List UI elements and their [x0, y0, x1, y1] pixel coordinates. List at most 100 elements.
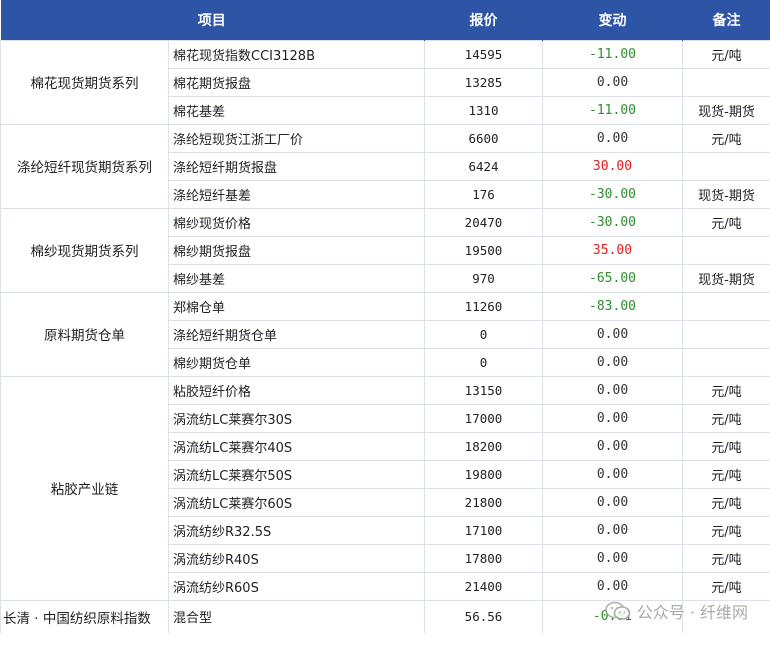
change-value: 0.00: [542, 487, 683, 517]
price-value: 13285: [424, 67, 543, 97]
item-name: 涤纶短纤期货报盘: [168, 151, 425, 181]
note-value: 现货-期货: [682, 95, 770, 125]
change-value: 0.00: [542, 319, 683, 349]
price-value: 17800: [424, 543, 543, 573]
price-value: 176: [424, 179, 543, 209]
change-value: -30.00: [542, 207, 683, 237]
price-value: 13150: [424, 375, 543, 405]
change-value: -11.00: [542, 39, 683, 69]
group-label: 棉纱现货期货系列: [0, 207, 169, 293]
price-value: 21400: [424, 571, 543, 601]
price-table: 项目 报价 变动 备注 棉花现货期货系列 棉花现货指数CCI3128B 14595-…: [0, 0, 770, 633]
item-name: 涤纶短纤基差: [168, 179, 425, 209]
change-value: 0.00: [542, 67, 683, 97]
item-name: 涡流纺LC莱赛尔60S: [168, 487, 425, 517]
note-value: [682, 347, 770, 377]
item-name: 棉花现货指数CCI3128B: [168, 39, 425, 69]
change-value: 0.00: [542, 403, 683, 433]
price-value: 17000: [424, 403, 543, 433]
change-value: -83.00: [542, 291, 683, 321]
footer-item-name: 混合型: [168, 599, 425, 633]
header-note: 备注: [682, 0, 770, 40]
footer-group-label: 长清 · 中国纺织原料指数: [0, 599, 169, 633]
item-name: 郑棉仓单: [168, 291, 425, 321]
item-name: 涤纶短纤期货仓单: [168, 319, 425, 349]
header-item: 项目: [0, 0, 425, 40]
price-value: 6600: [424, 123, 543, 153]
change-value: 0.00: [542, 347, 683, 377]
header-price: 报价: [424, 0, 543, 40]
change-value: 0.00: [542, 543, 683, 573]
table-row: 原料期货仓单 郑棉仓单 11260 -83.00: [0, 291, 770, 377]
note-value: [682, 235, 770, 265]
footer-price-value: 56.56: [424, 599, 543, 633]
wechat-icon: [604, 601, 631, 621]
note-value: 元/吨: [682, 459, 770, 489]
item-name: 涡流纺LC莱赛尔40S: [168, 431, 425, 461]
price-value: 970: [424, 263, 543, 293]
note-value: [682, 291, 770, 321]
table-header: 项目 报价 变动 备注: [0, 0, 770, 40]
price-value: 17100: [424, 515, 543, 545]
note-value: 元/吨: [682, 123, 770, 153]
note-value: 元/吨: [682, 431, 770, 461]
price-value: 21800: [424, 487, 543, 517]
price-value: 0: [424, 347, 543, 377]
note-value: 元/吨: [682, 487, 770, 517]
change-value: 35.00: [542, 235, 683, 265]
group-label: 涤纶短纤现货期货系列: [0, 123, 169, 209]
price-value: 1310: [424, 95, 543, 125]
price-value: 18200: [424, 431, 543, 461]
change-value: 0.00: [542, 123, 683, 153]
item-name: 涡流纺LC莱赛尔30S: [168, 403, 425, 433]
item-name: 棉纱现货价格: [168, 207, 425, 237]
watermark: 公众号 · 纤维网: [604, 599, 748, 623]
note-value: [682, 151, 770, 181]
item-name: 涡流纺LC莱赛尔50S: [168, 459, 425, 489]
group-label: 原料期货仓单: [0, 291, 169, 377]
note-value: 现货-期货: [682, 263, 770, 293]
group-label: 粘胶产业链: [0, 375, 169, 601]
item-name: 棉纱期货报盘: [168, 235, 425, 265]
change-value: 0.00: [542, 515, 683, 545]
note-value: 元/吨: [682, 207, 770, 237]
table-row: 涤纶短纤现货期货系列 涤纶短现货江浙工厂价 6600 0.00 元/吨: [0, 123, 770, 209]
change-value: 0.00: [542, 431, 683, 461]
note-value: [682, 67, 770, 97]
change-value: 30.00: [542, 151, 683, 181]
price-value: 14595: [424, 39, 543, 69]
item-name: 涡流纺纱R60S: [168, 571, 425, 601]
note-value: 元/吨: [682, 515, 770, 545]
item-name: 涡流纺纱R40S: [168, 543, 425, 573]
note-value: 元/吨: [682, 403, 770, 433]
table-row: 棉纱现货期货系列 棉纱现货价格 20470 -30.00 元/吨: [0, 207, 770, 293]
item-name: 涡流纺纱R32.5S: [168, 515, 425, 545]
price-value: 19500: [424, 235, 543, 265]
change-value: 0.00: [542, 571, 683, 601]
table-row: 棉花现货期货系列 棉花现货指数CCI3128B 14595 -11.00 元/吨: [0, 39, 770, 125]
item-name: 棉花基差: [168, 95, 425, 125]
note-value: [682, 319, 770, 349]
price-value: 0: [424, 319, 543, 349]
note-value: 元/吨: [682, 375, 770, 405]
item-name: 棉纱期货仓单: [168, 347, 425, 377]
change-value: -30.00: [542, 179, 683, 209]
note-value: 元/吨: [682, 543, 770, 573]
table-body: 棉花现货期货系列 棉花现货指数CCI3128B 14595 -11.00 元/吨 棉花期货…: [0, 39, 770, 633]
item-name: 棉花期货报盘: [168, 67, 425, 97]
watermark-text: 公众号 · 纤维网: [636, 603, 748, 622]
header-change: 变动: [542, 0, 683, 40]
change-value: 0.00: [542, 375, 683, 405]
change-value: -11.00: [542, 95, 683, 125]
item-name: 粘胶短纤价格: [168, 375, 425, 405]
table-row: 粘胶产业链 粘胶短纤价格 13150 0.00 元/吨: [0, 375, 770, 601]
change-value: -65.00: [542, 263, 683, 293]
note-value: 元/吨: [682, 39, 770, 69]
price-value: 19800: [424, 459, 543, 489]
price-value: 20470: [424, 207, 543, 237]
change-value: 0.00: [542, 459, 683, 489]
note-value: 现货-期货: [682, 179, 770, 209]
price-value: 11260: [424, 291, 543, 321]
item-name: 棉纱基差: [168, 263, 425, 293]
note-value: 元/吨: [682, 571, 770, 601]
